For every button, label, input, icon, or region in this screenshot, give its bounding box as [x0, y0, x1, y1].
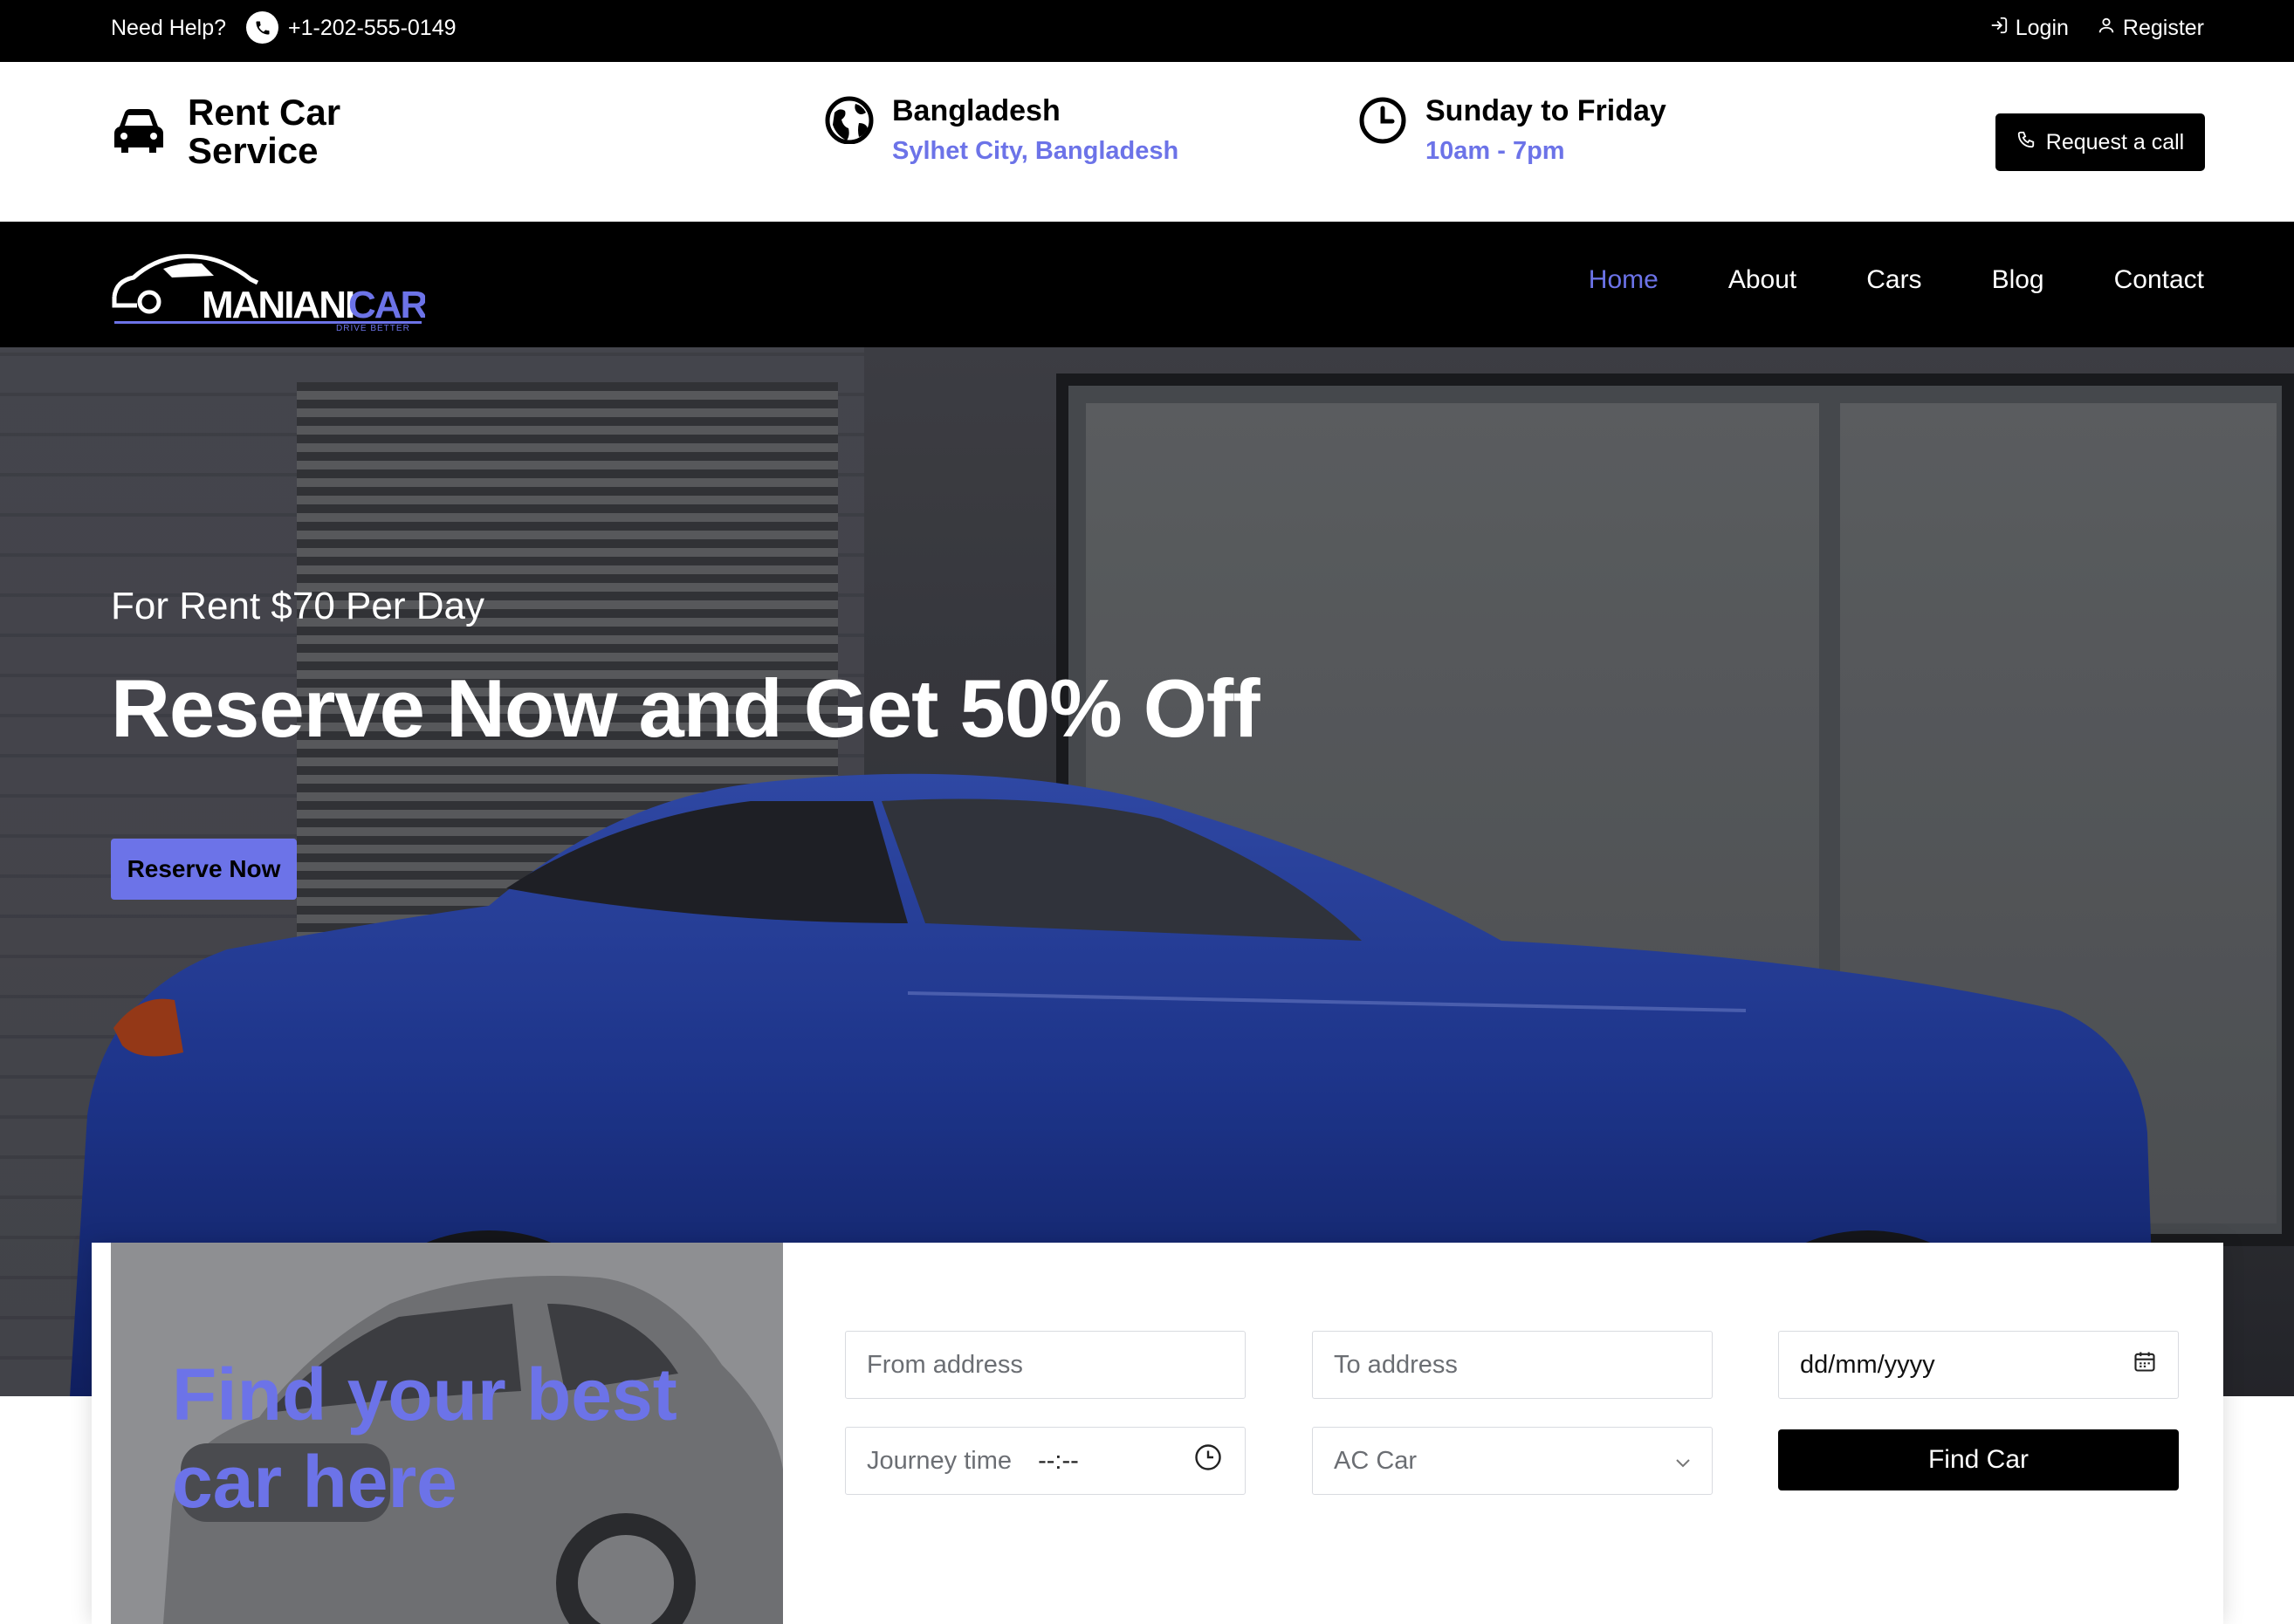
find-car-button[interactable]: Find Car	[1778, 1429, 2179, 1490]
auth-links: Login Register	[1989, 16, 2204, 41]
location-title: Bangladesh	[892, 94, 1061, 127]
nav-item-home[interactable]: Home	[1589, 265, 1659, 295]
calendar-icon[interactable]	[2133, 1349, 2157, 1381]
user-icon	[2097, 16, 2116, 41]
location-subtitle: Sylhet City, Bangladesh	[892, 137, 1179, 165]
brand[interactable]: Rent Car Service	[111, 93, 345, 170]
hours-subtitle: 10am - 7pm	[1425, 137, 1565, 165]
hero-headline: Reserve Now and Get 50% Off	[111, 662, 1260, 754]
logo-tagline: DRIVE BETTER	[336, 324, 410, 332]
from-address-input[interactable]: From address	[845, 1331, 1246, 1399]
top-bar: Need Help? +1-202-555-0149 Login Registe…	[0, 0, 2294, 62]
brand-title: Rent Car Service	[188, 92, 341, 171]
date-input[interactable]: dd/mm/yyyy	[1778, 1331, 2179, 1399]
register-label: Register	[2122, 16, 2204, 40]
car-type-value: AC Car	[1334, 1446, 1418, 1475]
from-address-placeholder: From address	[867, 1350, 1023, 1379]
main-navbar: MANIANI CAR DRIVE BETTER Home About Cars…	[0, 222, 2294, 347]
to-address-input[interactable]: To address	[1312, 1331, 1713, 1399]
login-icon	[1989, 16, 2009, 41]
car-icon	[111, 104, 167, 161]
car-type-select[interactable]: AC Car	[1312, 1427, 1713, 1495]
to-address-placeholder: To address	[1334, 1350, 1458, 1379]
nav-menu: Home About Cars Blog Contact	[1589, 265, 2204, 295]
register-link[interactable]: Register	[2097, 16, 2204, 41]
header-info-bar: Rent Car Service Bangladesh Sylhet City,…	[0, 62, 2294, 222]
login-link[interactable]: Login	[1989, 16, 2069, 41]
nav-item-about[interactable]: About	[1728, 265, 1796, 295]
request-call-button[interactable]: Request a call	[1995, 113, 2205, 171]
booking-promo: Find your best car here	[111, 1243, 783, 1624]
booking-form-card: Find your best car here From address To …	[92, 1243, 2223, 1624]
clock-icon	[1357, 93, 1408, 148]
phone-icon	[246, 11, 278, 44]
hero-subtitle: For Rent $70 Per Day	[111, 585, 484, 627]
globe-icon	[824, 93, 875, 148]
location-info: Bangladesh Sylhet City, Bangladesh	[824, 93, 1178, 166]
login-label: Login	[2015, 16, 2069, 40]
date-placeholder: dd/mm/yyyy	[1800, 1350, 1935, 1379]
nav-item-contact[interactable]: Contact	[2114, 265, 2204, 295]
maniani-car-logo[interactable]: MANIANI CAR DRIVE BETTER	[111, 244, 425, 332]
need-help-label: Need Help?	[111, 16, 227, 40]
nav-item-blog[interactable]: Blog	[1992, 265, 2044, 295]
logo-text-main: MANIANI	[202, 284, 354, 326]
reserve-now-button[interactable]: Reserve Now	[111, 839, 297, 900]
journey-time-label: Journey time	[867, 1446, 1013, 1475]
logo-text-accent: CAR	[348, 284, 425, 326]
hero-overlay	[0, 347, 2294, 1396]
clock-icon[interactable]	[1192, 1442, 1224, 1480]
hero-banner: For Rent $70 Per Day Reserve Now and Get…	[0, 347, 2294, 1396]
hours-title: Sunday to Friday	[1425, 94, 1666, 127]
journey-time-input[interactable]: Journey time --:--	[845, 1427, 1246, 1495]
promo-title: Find your best car here	[172, 1353, 677, 1523]
phone-number[interactable]: +1-202-555-0149	[288, 16, 457, 41]
hours-info: Sunday to Friday 10am - 7pm	[1357, 93, 1666, 166]
nav-item-cars[interactable]: Cars	[1866, 265, 1921, 295]
request-call-label: Request a call	[2045, 129, 2185, 154]
phone-small-icon	[2016, 130, 2036, 155]
chevron-down-icon	[1675, 1447, 1691, 1476]
journey-time-value: --:--	[1038, 1446, 1079, 1475]
